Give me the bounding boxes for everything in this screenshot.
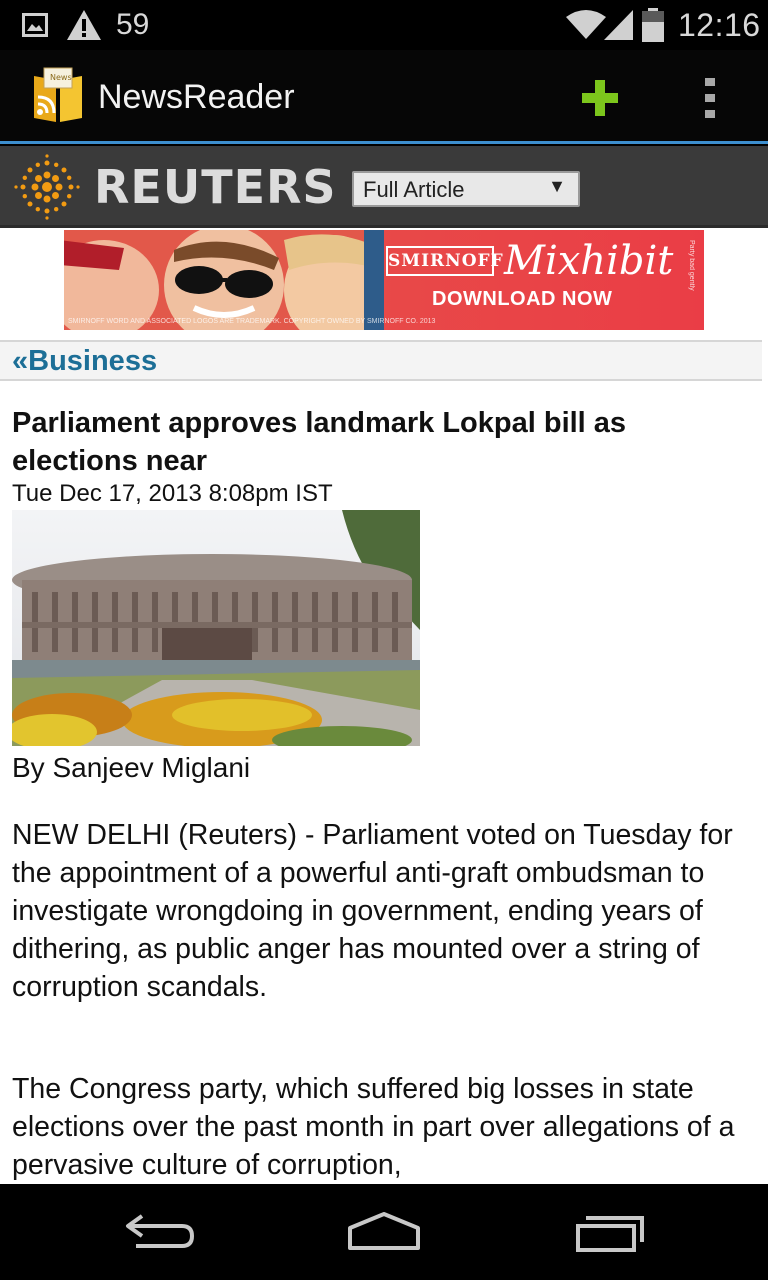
article-paragraph: The Congress party, which suffered big l… <box>12 1073 735 1181</box>
reuters-wordmark: REUTERS <box>94 160 337 214</box>
dropdown-arrow-icon: ▼ <box>548 176 566 196</box>
article-webview[interactable]: REUTERS Full Article ▼ SMIRNOFF Mixhibit… <box>0 146 768 1184</box>
view-mode-select[interactable]: Full Article ▼ <box>352 171 580 207</box>
overflow-menu-icon[interactable] <box>700 76 722 120</box>
add-icon[interactable] <box>578 76 622 120</box>
navigation-bar <box>0 1184 768 1280</box>
ad-fineprint: SMIRNOFF WORD AND ASSOCIATED LOGOS ARE T… <box>68 318 436 325</box>
notification-count: 59 <box>116 8 150 41</box>
warning-icon <box>66 0 102 50</box>
article-headline: Parliament approves landmark Lokpal bill… <box>12 407 627 477</box>
article-paragraph: NEW DELHI (Reuters) - Parliament voted o… <box>12 819 733 1003</box>
source-header: REUTERS Full Article ▼ <box>0 146 768 228</box>
ad-product: Mixhibit <box>504 238 674 284</box>
ad-brand: SMIRNOFF <box>386 246 503 276</box>
status-time: 12:16 <box>678 6 761 43</box>
view-mode-selected: Full Article <box>363 177 465 202</box>
back-to-business-link[interactable]: «Business <box>12 345 157 378</box>
wifi-icon <box>566 0 606 50</box>
reuters-logo-icon <box>14 154 80 220</box>
gallery-icon <box>22 0 48 50</box>
ad-download-button[interactable]: DOWNLOAD NOW <box>432 288 612 311</box>
ad-side-text: Party bad gently <box>688 240 695 291</box>
back-icon[interactable] <box>120 1208 200 1256</box>
ad-photo <box>64 230 384 330</box>
recent-apps-icon[interactable] <box>570 1208 650 1256</box>
article-photo[interactable] <box>12 510 420 746</box>
action-bar: News NewsReader <box>0 50 768 144</box>
status-bar: 59 12:16 <box>0 0 768 50</box>
section-bar: «Business <box>0 340 762 381</box>
article-byline: By Sanjeev Miglani <box>12 752 251 783</box>
ad-banner[interactable]: SMIRNOFF Mixhibit DOWNLOAD NOW SMIRNOFF … <box>64 230 704 330</box>
battery-icon <box>642 0 664 50</box>
home-icon[interactable] <box>344 1208 424 1256</box>
article-dateline: Tue Dec 17, 2013 8:08pm IST <box>12 480 333 507</box>
signal-icon <box>604 0 634 50</box>
svg-text:News: News <box>50 73 72 82</box>
app-icon[interactable]: News <box>30 66 86 124</box>
app-title: NewsReader <box>98 78 295 116</box>
